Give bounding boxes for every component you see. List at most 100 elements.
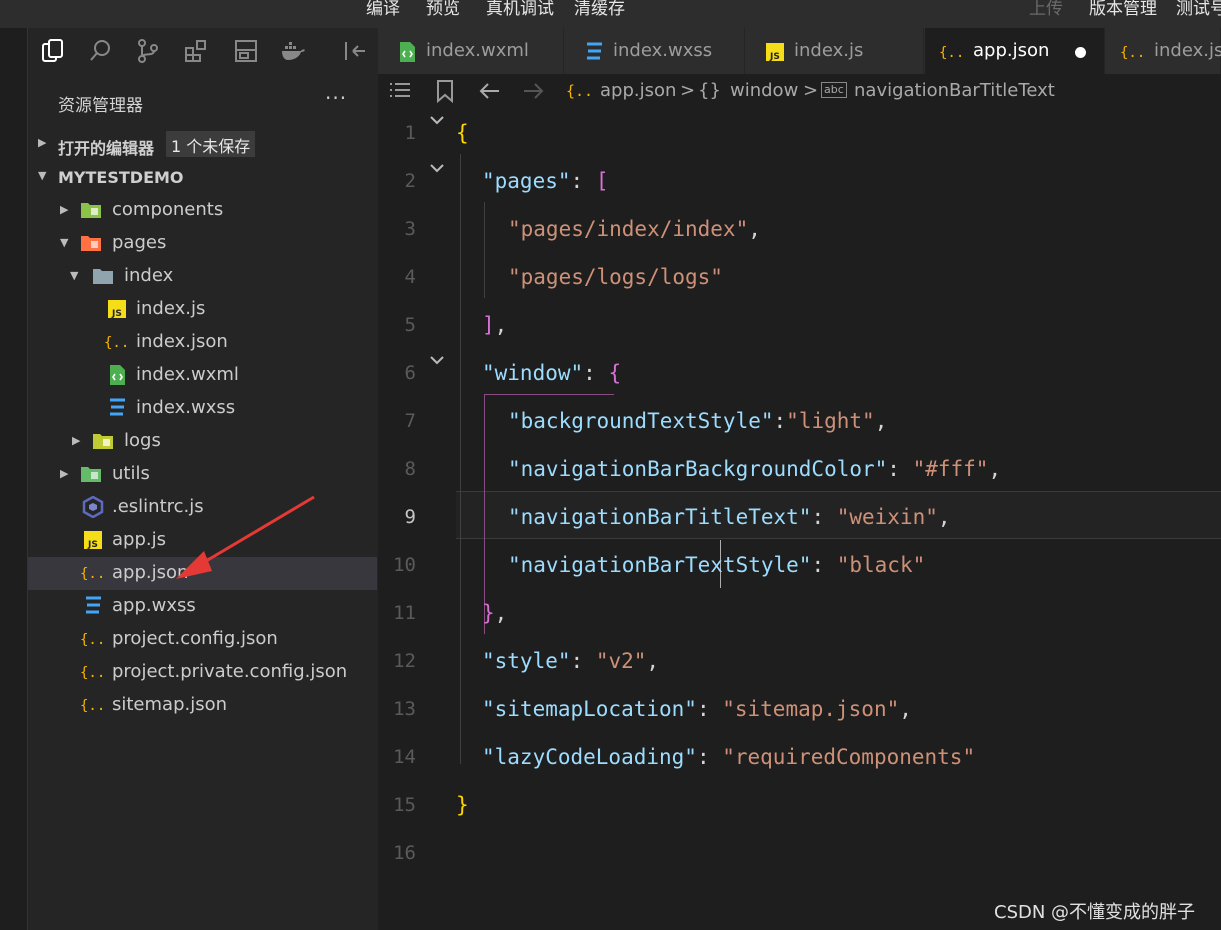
- tab-index-wxss[interactable]: index.wxss: [565, 28, 745, 74]
- svg-text:{..}: {..}: [104, 335, 126, 351]
- tree-item-index-json[interactable]: {..} index.json: [28, 326, 377, 359]
- tree-item-label: utils: [112, 463, 150, 484]
- code-token: "pages": [482, 169, 571, 193]
- collapse-icon[interactable]: [342, 38, 368, 64]
- tree-item-index-wxml[interactable]: index.wxml: [28, 359, 377, 392]
- tree-item-app-json[interactable]: {..} app.json: [28, 557, 377, 590]
- line-number: 9: [404, 506, 416, 528]
- breadcrumb-object[interactable]: window: [730, 80, 798, 101]
- code-line[interactable]: "lazyCodeLoading": "requiredComponents": [456, 744, 975, 792]
- fold-chevron-icon[interactable]: [428, 354, 446, 366]
- tree-item-utils[interactable]: ▶ utils: [28, 458, 377, 491]
- tree-item-index-folder[interactable]: ▼ index: [28, 260, 377, 293]
- list-icon[interactable]: [388, 78, 412, 107]
- menu-compile[interactable]: 编译: [366, 0, 400, 22]
- code-token: ,: [748, 217, 761, 241]
- chevron-right-icon: ▶: [38, 136, 47, 149]
- code-line[interactable]: "navigationBarTitleText": "weixin",: [456, 504, 951, 552]
- fold-chevron-icon[interactable]: [428, 162, 446, 174]
- tree-item-pages[interactable]: ▼ pages: [28, 227, 377, 260]
- extensions-icon[interactable]: [183, 38, 209, 64]
- bookmark-icon[interactable]: [434, 79, 456, 108]
- line-number: 11: [393, 602, 416, 624]
- project-name: MYTESTDEMO: [58, 168, 184, 187]
- tree-item-index-wxss[interactable]: index.wxss: [28, 392, 377, 425]
- source-control-icon[interactable]: [135, 38, 161, 64]
- line-number: 4: [404, 266, 416, 288]
- code-editor[interactable]: {..} app.json > {} window > abc navigati…: [378, 74, 1221, 930]
- code-line[interactable]: "pages/index/index",: [456, 216, 761, 264]
- fold-chevron-icon[interactable]: [428, 114, 446, 126]
- code-token: :: [696, 745, 723, 769]
- chevron-down-icon: ▼: [38, 169, 47, 182]
- menu-version-management[interactable]: 版本管理: [1089, 0, 1157, 22]
- code-line[interactable]: "backgroundTextStyle":"light",: [456, 408, 887, 456]
- menu-preview[interactable]: 预览: [426, 0, 460, 22]
- json-file-icon: {..}: [80, 661, 114, 683]
- menu-upload[interactable]: 上传: [1029, 0, 1063, 22]
- activity-strip: [0, 28, 28, 930]
- tree-item-label: index.json: [136, 331, 228, 352]
- code-line[interactable]: "navigationBarTextStyle": "black": [456, 552, 925, 600]
- folder-icon: [92, 265, 114, 287]
- code-line[interactable]: "style": "v2",: [456, 648, 659, 696]
- code-token: "pages/logs/logs": [508, 265, 723, 289]
- wxss-file-icon: [82, 595, 104, 617]
- forward-arrow-icon[interactable]: [521, 79, 545, 108]
- project-section[interactable]: ▼ MYTESTDEMO: [28, 163, 377, 193]
- code-line[interactable]: }: [456, 792, 469, 840]
- layout-icon[interactable]: [233, 38, 259, 64]
- tree-item-logs[interactable]: ▶ logs: [28, 425, 377, 458]
- tree-item-components[interactable]: ▶ components: [28, 194, 377, 227]
- menu-test-account[interactable]: 测试号: [1176, 0, 1221, 22]
- line-number: 15: [393, 794, 416, 816]
- menu-remote-debug[interactable]: 真机调试: [486, 0, 554, 22]
- code-line[interactable]: {: [456, 120, 469, 168]
- tab-index-wxml[interactable]: index.wxml: [378, 28, 564, 74]
- code-token: "backgroundTextStyle": [508, 409, 774, 433]
- code-token: "navigationBarTitleText": [508, 505, 812, 529]
- line-number: 5: [404, 314, 416, 336]
- code-token: ,: [494, 601, 508, 625]
- code-token: :: [570, 649, 596, 673]
- tree-item-eslintrc[interactable]: .eslintrc.js: [28, 491, 377, 524]
- back-arrow-icon[interactable]: [478, 79, 502, 108]
- code-line[interactable]: "window": {: [456, 360, 621, 408]
- menu-clear-cache[interactable]: 清缓存: [574, 0, 625, 22]
- tab-index-json[interactable]: {..} index.js: [1106, 28, 1221, 74]
- code-line[interactable]: },: [456, 600, 507, 648]
- line-number: 8: [404, 458, 416, 480]
- breadcrumb-file[interactable]: app.json: [600, 80, 676, 101]
- code-line[interactable]: "navigationBarBackgroundColor": "#fff",: [456, 456, 1001, 504]
- code-line[interactable]: ],: [456, 312, 507, 360]
- folder-icon: [92, 430, 114, 452]
- tree-item-app-wxss[interactable]: app.wxss: [28, 590, 377, 623]
- tree-item-label: app.wxss: [112, 595, 196, 616]
- tree-item-project-config[interactable]: {..} project.config.json: [28, 623, 377, 656]
- js-file-icon: JS: [82, 529, 104, 551]
- breadcrumb-property[interactable]: navigationBarTitleText: [854, 80, 1055, 101]
- unsaved-dot-icon[interactable]: [1075, 47, 1086, 58]
- code-token: "weixin": [836, 505, 938, 529]
- code-line[interactable]: "pages": [: [456, 168, 608, 216]
- more-actions-icon[interactable]: ···: [325, 86, 347, 110]
- tree-item-sitemap[interactable]: {..} sitemap.json: [28, 689, 377, 722]
- code-token: "navigationBarTextStyle": [508, 553, 812, 577]
- code-line[interactable]: "pages/logs/logs": [456, 264, 723, 312]
- open-editors-section[interactable]: ▶ 打开的编辑器 1 个未保存: [28, 130, 377, 160]
- breadcrumb: {..} app.json > {} window > abc navigati…: [378, 74, 1221, 110]
- svg-text:{..}: {..}: [80, 665, 102, 681]
- tree-item-index-js[interactable]: JS index.js: [28, 293, 377, 326]
- tab-index-js[interactable]: JS index.js: [746, 28, 924, 74]
- tree-item-project-private-config[interactable]: {..} project.private.config.json: [28, 656, 377, 689]
- files-icon[interactable]: [40, 38, 66, 64]
- code-token: "#fff": [912, 457, 989, 481]
- docker-icon[interactable]: [280, 38, 306, 64]
- json-file-icon: {..}: [566, 79, 602, 108]
- search-icon[interactable]: [88, 38, 114, 64]
- code-line[interactable]: "sitemapLocation": "sitemap.json",: [456, 696, 912, 744]
- tree-item-app-js[interactable]: JS app.js: [28, 524, 377, 557]
- tab-label: index.wxss: [613, 40, 713, 61]
- tab-app-json[interactable]: {..} app.json: [925, 28, 1105, 74]
- line-number: 12: [393, 650, 416, 672]
